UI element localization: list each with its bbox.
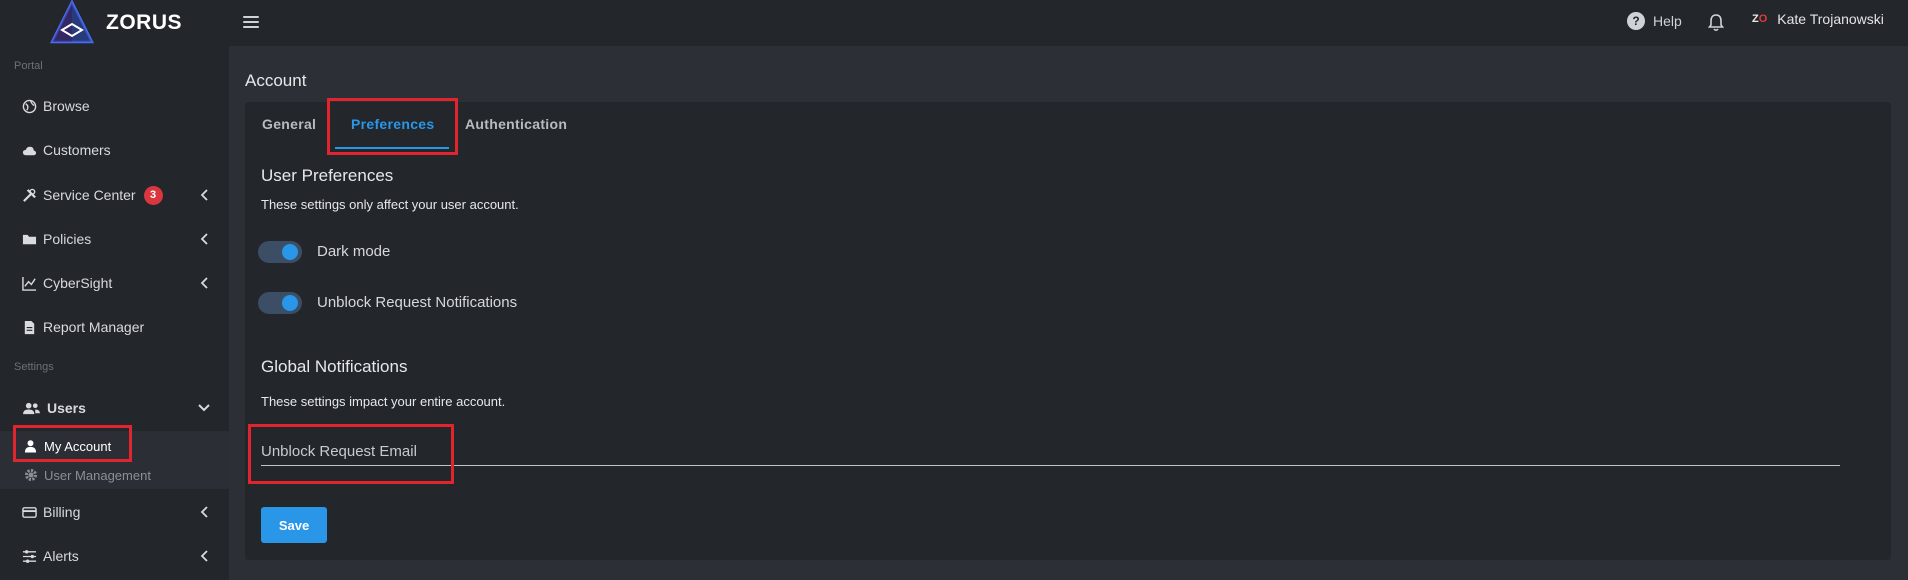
chevron-left-icon bbox=[200, 277, 208, 289]
globe-icon bbox=[21, 98, 37, 114]
sidebar-item-label: Policies bbox=[43, 231, 92, 247]
chart-line-icon bbox=[21, 275, 37, 291]
sidebar-item-service-center[interactable]: Service Center 3 bbox=[0, 175, 229, 215]
tab-authentication[interactable]: Authentication bbox=[465, 116, 567, 132]
chevron-left-icon bbox=[200, 506, 208, 518]
avatar: ZO bbox=[1752, 13, 1768, 25]
brand[interactable]: ZORUS bbox=[48, 0, 182, 46]
chevron-left-icon bbox=[200, 189, 208, 201]
sidebar-subitem-user-management[interactable]: User Management bbox=[24, 464, 151, 486]
sliders-icon bbox=[21, 548, 37, 564]
sidebar: Portal Browse Customers Service Center 3… bbox=[0, 46, 229, 580]
document-icon bbox=[21, 319, 37, 335]
user-preferences-description: These settings only affect your user acc… bbox=[261, 197, 519, 212]
highlight-box bbox=[327, 98, 458, 155]
save-button[interactable]: Save bbox=[261, 507, 327, 543]
chevron-left-icon bbox=[200, 550, 208, 562]
help-link[interactable]: ? Help bbox=[1627, 12, 1682, 30]
brand-name: ZORUS bbox=[106, 11, 182, 34]
scrollbar-track[interactable] bbox=[1896, 46, 1908, 580]
unblock-notifications-label: Unblock Request Notifications bbox=[317, 294, 518, 311]
sidebar-item-browse[interactable]: Browse bbox=[0, 86, 229, 126]
top-bar: ZORUS ? Help ZO Kate Trojanowski bbox=[0, 0, 1908, 46]
dark-mode-label: Dark mode bbox=[317, 243, 391, 260]
unblock-request-email-field[interactable] bbox=[261, 438, 1840, 466]
unblock-notifications-toggle[interactable] bbox=[258, 292, 302, 314]
tab-general[interactable]: General bbox=[262, 116, 316, 132]
global-notifications-heading: Global Notifications bbox=[261, 357, 408, 376]
section-label-portal: Portal bbox=[14, 60, 43, 72]
highlight-box bbox=[13, 425, 132, 462]
users-icon bbox=[21, 400, 41, 416]
sidebar-item-users[interactable]: Users bbox=[0, 388, 229, 428]
user-preferences-heading: User Preferences bbox=[261, 166, 394, 185]
sidebar-item-customers[interactable]: Customers bbox=[0, 130, 229, 170]
folder-icon bbox=[21, 231, 37, 247]
tools-icon bbox=[21, 187, 37, 203]
settings-card bbox=[245, 102, 1891, 560]
sidebar-item-label: Service Center bbox=[43, 187, 136, 203]
notification-badge: 3 bbox=[143, 185, 163, 205]
help-label: Help bbox=[1653, 13, 1682, 29]
credit-card-icon bbox=[21, 504, 37, 520]
help-icon: ? bbox=[1627, 12, 1645, 30]
user-menu[interactable]: ZO Kate Trojanowski bbox=[1752, 11, 1884, 27]
sidebar-item-policies[interactable]: Policies bbox=[0, 219, 229, 259]
section-label-settings: Settings bbox=[14, 361, 54, 373]
sidebar-item-label: Alerts bbox=[43, 548, 79, 564]
sidebar-item-alerts[interactable]: Alerts bbox=[0, 536, 229, 576]
sidebar-item-label: Users bbox=[47, 400, 86, 416]
bell-icon[interactable] bbox=[1707, 13, 1725, 33]
global-notifications-description: These settings impact your entire accoun… bbox=[261, 394, 506, 409]
sidebar-item-label: Customers bbox=[43, 142, 111, 158]
dark-mode-toggle[interactable] bbox=[258, 241, 302, 263]
sidebar-subitem-label: User Management bbox=[44, 467, 151, 483]
sidebar-item-cybersight[interactable]: CyberSight bbox=[0, 263, 229, 303]
highlight-box bbox=[248, 424, 454, 484]
menu-toggle-icon[interactable] bbox=[243, 13, 259, 31]
page-title: Account bbox=[245, 71, 307, 90]
user-name: Kate Trojanowski bbox=[1777, 11, 1884, 27]
sidebar-item-label: Report Manager bbox=[43, 319, 145, 335]
gear-icon bbox=[24, 468, 38, 482]
sidebar-item-label: CyberSight bbox=[43, 275, 113, 291]
sidebar-item-label: Browse bbox=[43, 98, 90, 114]
zorus-logo-icon bbox=[49, 0, 95, 44]
chevron-down-icon bbox=[198, 404, 210, 412]
sidebar-item-label: Billing bbox=[43, 504, 81, 520]
sidebar-item-report-manager[interactable]: Report Manager bbox=[0, 307, 229, 347]
sidebar-item-billing[interactable]: Billing bbox=[0, 492, 229, 532]
cloud-icon bbox=[21, 142, 37, 158]
chevron-left-icon bbox=[200, 233, 208, 245]
